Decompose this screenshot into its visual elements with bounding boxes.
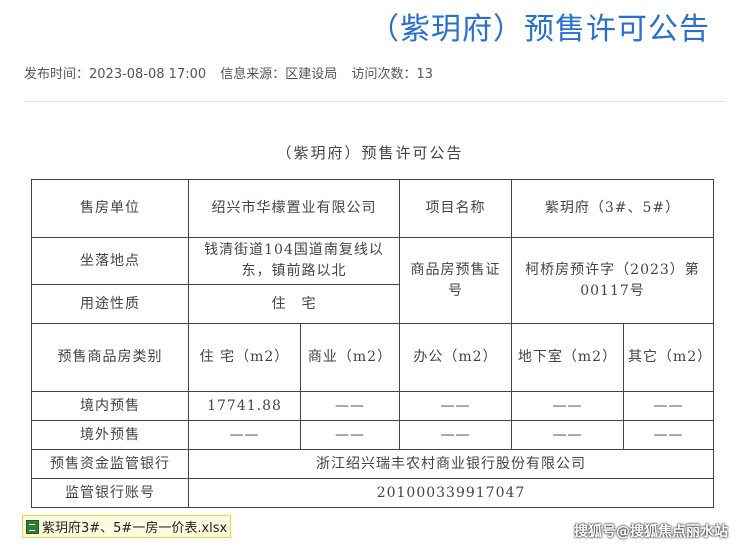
watermark: 搜狐号@搜狐焦点丽水站 [574,524,728,540]
foreign-label: 境外预售 [31,420,189,450]
table-row: 监管银行账号 201000339917047 [31,478,714,508]
table-row: 境外预售 —— —— —— —— —— [31,420,714,450]
table-row: 预售资金监管银行 浙江绍兴瑞丰农村商业银行股份有限公司 [31,449,714,479]
excel-file-icon [26,519,39,534]
seller-value: 绍兴市华檬置业有限公司 [188,179,400,238]
foreign-value: —— [188,420,301,450]
document-heading: （紫玥府）预售许可公告 [276,144,464,162]
table-row: 售房单位 绍兴市华檬置业有限公司 项目名称 紫玥府（3#、5#） [31,179,714,238]
bank-value: 浙江绍兴瑞丰农村商业银行股份有限公司 [188,449,714,479]
foreign-value: —— [300,420,400,450]
project-label: 项目名称 [399,179,512,238]
table-row: 预售商品房类别 住 宅（m2） 商业（m2） 办公（m2） 地下室（m2） 其它… [31,323,714,392]
domestic-label: 境内预售 [31,391,189,421]
bank-label: 预售资金监管银行 [31,449,189,479]
account-value: 201000339917047 [188,478,714,508]
domestic-value: —— [511,391,624,421]
attachment-link[interactable]: 紫玥府3#、5#一房一价表.xlsx [22,515,232,538]
table-row: 坐落地点 钱清街道104国道南复线以东，镇前路以北 商品房预售证号 柯桥房预许字… [31,237,714,324]
account-label: 监管银行账号 [31,478,189,508]
publish-time: 发布时间：2023-08-08 17:00 [24,67,207,82]
location-label: 坐落地点 [31,237,189,285]
domestic-value: —— [623,391,714,421]
attachment-name[interactable]: 紫玥府3#、5#一房一价表.xlsx [42,517,227,536]
category-label: 预售商品房类别 [31,323,189,392]
visit-count: 访问次数：13 [351,67,433,82]
seller-label: 售房单位 [31,179,189,238]
location-value: 钱清街道104国道南复线以东，镇前路以北 [188,237,400,285]
divider [24,101,726,102]
info-source: 信息来源：区建设局 [220,67,338,82]
cert-label: 商品房预售证号 [399,237,512,324]
domestic-value: 17741.88 [188,391,301,421]
article-meta: 发布时间：2023-08-08 17:00 信息来源：区建设局 访问次数：13 [24,63,443,82]
usage-label: 用途性质 [31,284,189,324]
foreign-value: —— [511,420,624,450]
category-header: 商业（m2） [300,323,400,392]
usage-value: 住 宅 [188,284,400,324]
project-value: 紫玥府（3#、5#） [511,179,714,238]
table-row: 境内预售 17741.88 —— —— —— —— [31,391,714,421]
category-header: 办公（m2） [399,323,512,392]
cert-value: 柯桥房预许字（2023）第00117号 [511,237,714,324]
foreign-value: —— [399,420,512,450]
foreign-value: —— [623,420,714,450]
category-header: 地下室（m2） [511,323,624,392]
category-header: 住 宅（m2） [188,323,301,392]
presale-permit-table: 售房单位 绍兴市华檬置业有限公司 项目名称 紫玥府（3#、5#） 坐落地点 钱清… [31,179,714,508]
category-header: 其它（m2） [623,323,714,392]
domestic-value: —— [399,391,512,421]
domestic-value: —— [300,391,400,421]
page-title: （紫玥府）预售许可公告 [369,12,710,47]
